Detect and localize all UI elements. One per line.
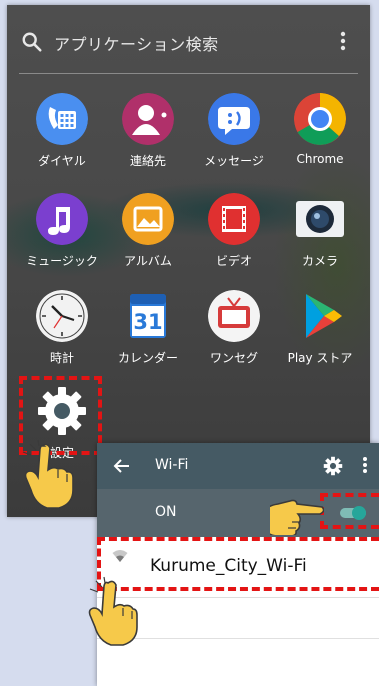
app-calendar[interactable]: 31 カレンダー — [103, 290, 193, 380]
app-label: アルバム — [124, 254, 172, 268]
search-icon — [22, 32, 42, 52]
app-label: ミュージック — [26, 254, 98, 268]
music-icon — [36, 193, 88, 245]
app-chrome[interactable]: Chrome — [275, 93, 365, 183]
app-label: カメラ — [301, 254, 338, 268]
app-oneseg[interactable]: ワンセグ — [189, 290, 279, 380]
app-label: カレンダー — [117, 351, 178, 365]
app-video[interactable]: ビデオ — [189, 193, 279, 283]
search-bar[interactable]: アプリケーション検索 — [7, 5, 370, 77]
network-highlight — [97, 537, 379, 591]
contacts-icon — [122, 93, 174, 145]
more-options-icon[interactable] — [340, 31, 346, 51]
camera-icon — [296, 201, 344, 237]
app-dialer[interactable]: ダイヤル — [17, 93, 107, 183]
chrome-icon — [294, 93, 346, 145]
app-label: ダイヤル — [38, 154, 86, 168]
video-icon — [208, 193, 260, 245]
hand-pointer-icon — [270, 499, 324, 535]
app-camera[interactable]: カメラ — [275, 193, 365, 283]
album-icon — [122, 193, 174, 245]
hand-pointer-icon — [88, 576, 138, 646]
list-divider — [97, 638, 379, 639]
message-icon — [208, 93, 260, 145]
back-arrow-icon[interactable] — [111, 455, 133, 477]
app-play-store[interactable]: Play ストア — [275, 290, 365, 380]
app-label: ビデオ — [215, 254, 252, 268]
wifi-switch-label: ON — [155, 504, 177, 520]
app-label: ワンセグ — [209, 351, 258, 365]
app-music[interactable]: ミュージック — [17, 193, 107, 283]
clock-icon — [36, 290, 88, 342]
app-label: 連絡先 — [129, 154, 166, 168]
play-store-icon — [306, 294, 342, 338]
app-label: Chrome — [296, 152, 344, 166]
more-options-icon[interactable] — [362, 456, 368, 474]
app-messages[interactable]: メッセージ — [189, 93, 279, 183]
app-label: 時計 — [49, 351, 74, 365]
search-input[interactable]: アプリケーション検索 — [54, 31, 219, 55]
gear-icon[interactable] — [323, 456, 343, 476]
app-clock[interactable]: 時計 — [17, 290, 107, 380]
search-divider — [19, 73, 358, 74]
calendar-day: 31 — [133, 310, 163, 334]
toggle-highlight — [320, 493, 379, 529]
wifi-toolbar: Wi-Fi — [97, 443, 379, 489]
wifi-title: Wi-Fi — [155, 457, 189, 473]
app-label: Play ストア — [287, 351, 353, 365]
app-contacts[interactable]: 連絡先 — [103, 93, 193, 183]
app-album[interactable]: アルバム — [103, 193, 193, 283]
app-label: メッセージ — [204, 154, 264, 168]
tv-icon — [208, 290, 260, 342]
hand-pointer-icon — [22, 440, 74, 509]
phone-icon — [36, 93, 88, 145]
